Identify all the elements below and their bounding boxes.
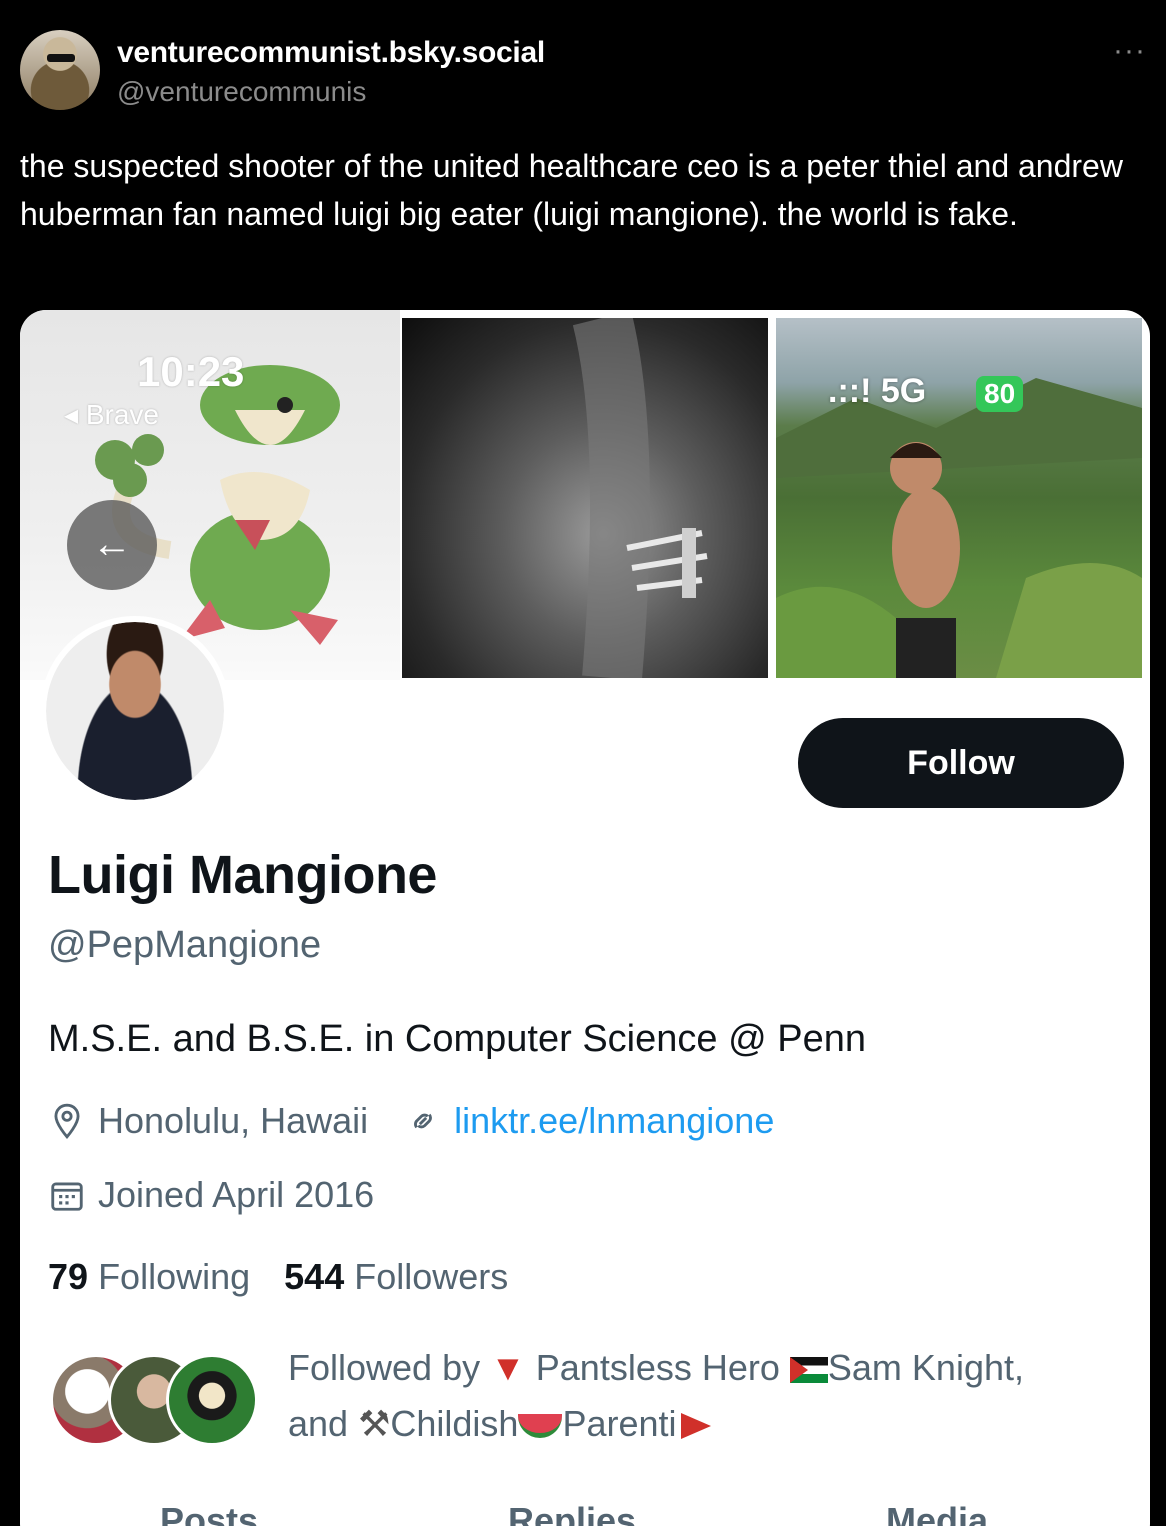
followers-count: 544 (284, 1256, 345, 1297)
post-header: venturecommunist.bsky.social @venturecom… (20, 30, 1146, 120)
followers-label: Followers (354, 1256, 509, 1297)
watermelon-icon (518, 1414, 563, 1439)
palestine-flag-icon (789, 1357, 828, 1384)
status-bar-time: 10:23 (137, 348, 245, 395)
profile-location: Honolulu, Hawaii (98, 1100, 369, 1141)
author-avatar[interactable] (20, 30, 100, 110)
and-label: and (288, 1403, 349, 1444)
calendar-icon (51, 1182, 83, 1211)
profile-tabs: Posts Replies Media (20, 1500, 1150, 1526)
profile-bio: M.S.E. and B.S.E. in Computer Science @ … (48, 1018, 866, 1060)
follower-name: Pantsless Hero (535, 1347, 780, 1388)
profile-meta-row: Honolulu, Hawaii linktr.ee/lnmangione (48, 1100, 774, 1142)
status-signal-icon: .::! 5G (828, 372, 927, 410)
xray-illustration (572, 318, 708, 678)
status-back-app: ◂ Brave (64, 399, 159, 430)
link-icon (414, 1113, 433, 1129)
profile-joined: Joined April 2016 (98, 1174, 375, 1215)
profile-link[interactable]: linktr.ee/lnmangione (454, 1100, 774, 1142)
tab-replies[interactable]: Replies (508, 1500, 636, 1526)
profile-banner: 10:23 ◂ Brave ← .::! 5G 80 (20, 310, 1150, 680)
red-triangle-icon: ▼ (490, 1347, 526, 1388)
battery-indicator: 80 (976, 376, 1024, 412)
location-pin-icon (54, 1103, 80, 1139)
post-text: the suspected shooter of the united heal… (20, 148, 1123, 232)
embedded-image[interactable]: 10:23 ◂ Brave ← .::! 5G 80 Follow Luigi … (20, 310, 1150, 1526)
follower-avatars (50, 1354, 260, 1450)
profile-handle: @PepMangione (48, 924, 322, 966)
follow-button[interactable]: Follow (798, 718, 1124, 808)
profile-joined-row: Joined April 2016 (48, 1174, 374, 1216)
following-count: 79 (48, 1256, 89, 1297)
back-arrow-icon[interactable]: ← (67, 500, 157, 590)
follower-name: Childish (390, 1403, 519, 1444)
banner-image-pokemon: 10:23 ◂ Brave ← (20, 310, 400, 680)
tab-media[interactable]: Media (886, 1500, 988, 1526)
red-flag-icon (680, 1413, 711, 1440)
banner-image-xray (402, 318, 768, 678)
followed-by-prefix: Followed by (288, 1347, 481, 1388)
follower-avatar (166, 1354, 258, 1446)
more-options-icon[interactable]: ··· (1113, 34, 1146, 68)
profile-name: Luigi Mangione (48, 845, 437, 905)
follower-name: Parenti (562, 1403, 677, 1444)
follow-counts: 79 Following 544 Followers (48, 1256, 508, 1298)
followed-by-text: Followed by ▼ Pantsless Hero Sam Knight,… (288, 1340, 1128, 1452)
profile-avatar[interactable] (40, 616, 230, 806)
author-display-name[interactable]: venturecommunist.bsky.social (117, 36, 545, 70)
tab-posts[interactable]: Posts (160, 1500, 258, 1526)
followed-by-section[interactable]: Followed by ▼ Pantsless Hero Sam Knight,… (50, 1340, 1130, 1470)
follower-name: Sam Knight, (827, 1347, 1024, 1388)
following-link[interactable]: 79 Following (48, 1256, 250, 1297)
status-network: 5G (880, 372, 927, 410)
author-handle[interactable]: @venturecommunis (117, 76, 366, 108)
following-label: Following (98, 1256, 251, 1297)
hammer-wrench-icon: ⚒ (358, 1403, 391, 1444)
followers-link[interactable]: 544 Followers (284, 1256, 508, 1297)
